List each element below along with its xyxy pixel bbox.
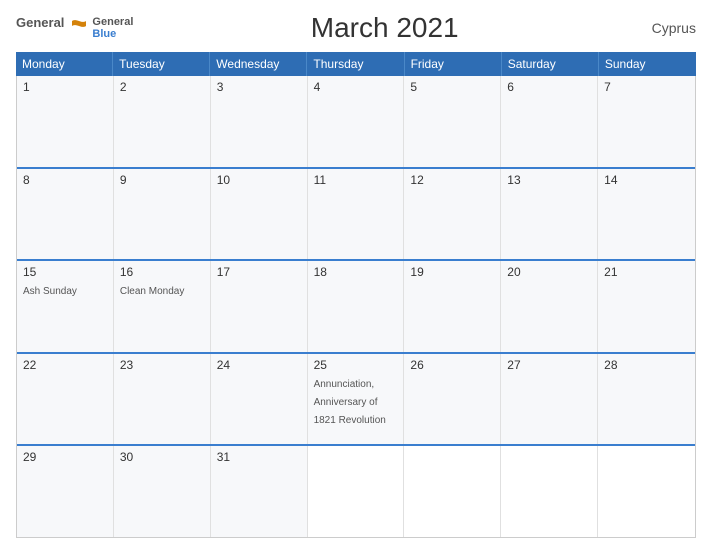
calendar-cell: 28: [598, 354, 695, 445]
calendar-cell: 29: [17, 446, 114, 537]
calendar-cell: 11: [308, 169, 405, 260]
calendar-cell: 22: [17, 354, 114, 445]
day-number: 15: [23, 265, 107, 279]
calendar-cell: 5: [404, 76, 501, 167]
weekday-header-wednesday: Wednesday: [210, 52, 307, 76]
weekday-header-saturday: Saturday: [502, 52, 599, 76]
event-label: Ash Sunday: [23, 286, 77, 297]
day-number: 11: [314, 173, 398, 187]
day-number: 29: [23, 450, 107, 464]
day-number: 18: [314, 265, 398, 279]
calendar-cell: 4: [308, 76, 405, 167]
calendar-week-3: 15 Ash Sunday 16 Clean Monday 17 18 19 20 21: [17, 261, 695, 354]
calendar-cell: 27: [501, 354, 598, 445]
calendar-cell: 25 Annunciation, Anniversary of 1821 Revo…: [308, 354, 405, 445]
day-number: 12: [410, 173, 494, 187]
weekday-header-friday: Friday: [405, 52, 502, 76]
logo-general-text: General: [16, 16, 64, 29]
calendar-cell: [308, 446, 405, 537]
calendar-week-5: 29 30 31: [17, 446, 695, 538]
weekday-header-tuesday: Tuesday: [113, 52, 210, 76]
day-number: 2: [120, 80, 204, 94]
day-number: 25: [314, 358, 398, 372]
calendar-cell: [501, 446, 598, 537]
calendar-week-4: 22 23 24 25 Annunciation, Anniversary of 182…: [17, 354, 695, 447]
calendar-cell: 18: [308, 261, 405, 352]
country-label: Cyprus: [636, 20, 696, 36]
day-number: 3: [217, 80, 301, 94]
day-number: 13: [507, 173, 591, 187]
day-number: 31: [217, 450, 301, 464]
calendar-cell: 14: [598, 169, 695, 260]
logo: General General Blue: [16, 16, 133, 40]
event-label: Clean Monday: [120, 286, 184, 297]
calendar-page: General General Blue March 2021 Cyprus M…: [0, 0, 712, 550]
calendar-cell: 31: [211, 446, 308, 537]
calendar-cell: 13: [501, 169, 598, 260]
day-number: 14: [604, 173, 689, 187]
day-number: 9: [120, 173, 204, 187]
calendar-cell: 24: [211, 354, 308, 445]
calendar-cell: [598, 446, 695, 537]
calendar-cell: 15 Ash Sunday: [17, 261, 114, 352]
weekday-header: MondayTuesdayWednesdayThursdayFridaySatu…: [16, 52, 696, 76]
calendar-cell: 17: [211, 261, 308, 352]
day-number: 19: [410, 265, 494, 279]
calendar-cell: 12: [404, 169, 501, 260]
calendar-cell: 2: [114, 76, 211, 167]
calendar-week-2: 89 10 11 12 13 14: [17, 169, 695, 262]
calendar-cell: 7: [598, 76, 695, 167]
weekday-header-thursday: Thursday: [307, 52, 404, 76]
calendar-cell: 26: [404, 354, 501, 445]
calendar-cell: 6: [501, 76, 598, 167]
weekday-header-sunday: Sunday: [599, 52, 696, 76]
day-number: 28: [604, 358, 689, 372]
event-label: Annunciation, Anniversary of 1821 Revolu…: [314, 379, 386, 426]
page-header: General General Blue March 2021 Cyprus: [16, 12, 696, 44]
day-number: 22: [23, 358, 107, 372]
calendar-cell: 19: [404, 261, 501, 352]
day-number: 7: [604, 80, 689, 94]
calendar-cell: 16 Clean Monday: [114, 261, 211, 352]
calendar-cell: 23: [114, 354, 211, 445]
calendar-cell: 8: [17, 169, 114, 260]
day-number: 5: [410, 80, 494, 94]
calendar-cell: [404, 446, 501, 537]
day-number: 17: [217, 265, 301, 279]
day-number: 16: [120, 265, 204, 279]
calendar-cell: 30: [114, 446, 211, 537]
day-number: 27: [507, 358, 591, 372]
weekday-header-monday: Monday: [16, 52, 113, 76]
calendar-cell: 3: [211, 76, 308, 167]
calendar-grid: MondayTuesdayWednesdayThursdayFridaySatu…: [16, 52, 696, 538]
calendar-cell: 21: [598, 261, 695, 352]
day-number: 21: [604, 265, 689, 279]
day-number: 26: [410, 358, 494, 372]
day-number: 8: [23, 173, 107, 187]
calendar-title: March 2021: [311, 12, 459, 44]
day-number: 6: [507, 80, 591, 94]
day-number: 23: [120, 358, 204, 372]
calendar-cell: 20: [501, 261, 598, 352]
day-number: 1: [23, 80, 107, 94]
calendar-week-1: 1234567: [17, 76, 695, 169]
day-number: 4: [314, 80, 398, 94]
day-number: 30: [120, 450, 204, 464]
calendar-body: 123456789101112131415Ash Sunday16Clean M…: [16, 76, 696, 538]
day-number: 20: [507, 265, 591, 279]
calendar-cell: 10: [211, 169, 308, 260]
calendar-cell: 9: [114, 169, 211, 260]
day-number: 24: [217, 358, 301, 372]
day-number: 10: [217, 173, 301, 187]
logo-flag-icon: [68, 16, 90, 34]
calendar-cell: 1: [17, 76, 114, 167]
